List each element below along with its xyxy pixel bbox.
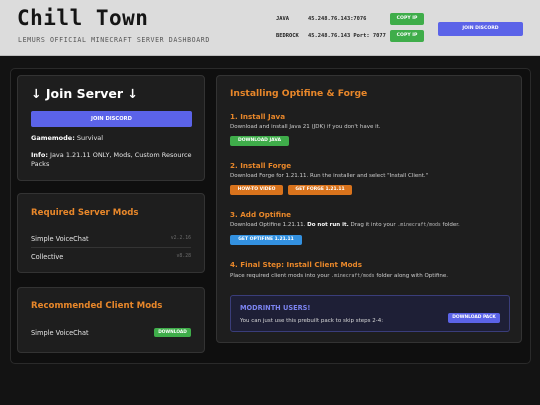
main-panel: ↓ Join Server ↓ JOIN DISCORD Gamemode: S… [10, 68, 531, 364]
step-description: Download Forge for 1.21.11. Run the inst… [230, 173, 429, 179]
step-desc-text: Drag it into your [350, 222, 396, 228]
join-discord-button[interactable]: JOIN DISCORD [31, 111, 192, 127]
how-to-video-button[interactable]: HOW-TO VIDEO [230, 185, 283, 195]
step-title: 4. Final Step: Install Client Mods [230, 260, 362, 269]
recommended-mods-card: Recommended Client Mods Simple VoiceChat… [17, 287, 205, 353]
step-desc-text: folder. [442, 222, 460, 228]
install-guide-card: Installing Optifine & Forge 1. Install J… [216, 75, 522, 343]
mod-name: Collective [31, 253, 64, 261]
step-desc-text: Download Optifine 1.21.11. [230, 222, 306, 228]
header: Chill Town LEMURS OFFICIAL MINECRAFT SER… [0, 0, 540, 56]
required-mods-title: Required Server Mods [31, 208, 139, 218]
required-mods-card: Required Server Mods Simple VoiceChat v2… [17, 193, 205, 273]
copy-java-ip-button[interactable]: COPY IP [390, 13, 424, 25]
get-forge-button[interactable]: GET FORGE 1.21.11 [288, 185, 352, 195]
mods-folder-path: .minecraft/mods [331, 274, 375, 279]
download-pack-button[interactable]: DOWNLOAD PACK [448, 313, 500, 323]
gamemode-line: Gamemode: Survival [31, 134, 196, 143]
mod-name: Simple VoiceChat [31, 329, 89, 337]
get-optifine-button[interactable]: GET OPTIFINE 1.21.11 [230, 235, 302, 245]
join-server-card: ↓ Join Server ↓ JOIN DISCORD Gamemode: S… [17, 75, 205, 181]
gamemode-label: Gamemode: [31, 134, 75, 142]
mod-version: v8.28 [176, 254, 191, 259]
mods-folder-path: .minecraft/mods [397, 223, 441, 228]
step-desc-text: Place required client mods into your [230, 273, 330, 279]
header-discord-button[interactable]: JOIN DISCORD [438, 22, 523, 36]
mod-version: v2.2.16 [170, 236, 191, 241]
download-mod-button[interactable]: DOWNLOAD [154, 328, 191, 337]
modrinth-callout: MODRINTH USERS! You can just use this pr… [230, 295, 510, 332]
gamemode-value: Survival [76, 134, 104, 142]
info-value: Java 1.21.11 ONLY, Mods, Custom Resource… [31, 151, 192, 168]
join-heading: ↓ Join Server ↓ [31, 86, 138, 101]
modrinth-title: MODRINTH USERS! [240, 304, 311, 312]
download-java-button[interactable]: DOWNLOAD JAVA [230, 136, 289, 146]
step-desc-text: folder along with Optifine. [376, 273, 449, 279]
step-description: Download Optifine 1.21.11. Do not run it… [230, 222, 460, 228]
step-title: 1. Install Java [230, 112, 286, 121]
copy-bedrock-ip-button[interactable]: COPY IP [390, 30, 424, 42]
mod-name: Simple VoiceChat [31, 235, 89, 243]
bedrock-label: BEDROCK [276, 33, 299, 39]
java-ip: 45.248.76.143:7076 [308, 16, 367, 22]
java-label: JAVA [276, 16, 289, 22]
install-guide-title: Installing Optifine & Forge [230, 88, 368, 99]
step-title: 3. Add Optifine [230, 210, 292, 219]
step-desc-warning: Do not run it. [307, 222, 349, 228]
step-title: 2. Install Forge [230, 161, 292, 170]
info-line: Info: Java 1.21.11 ONLY, Mods, Custom Re… [31, 151, 196, 169]
info-label: Info: [31, 151, 48, 159]
step-description: Download and install Java 21 (JDK) if yo… [230, 124, 381, 130]
page-subtitle: LEMURS OFFICIAL MINECRAFT SERVER DASHBOA… [18, 36, 210, 44]
recommended-mods-title: Recommended Client Mods [31, 301, 163, 311]
step-description: Place required client mods into your .mi… [230, 273, 448, 279]
bedrock-ip: 45.248.76.143 Port: 7077 [308, 33, 386, 39]
page-title: Chill Town [17, 6, 149, 30]
divider [31, 247, 191, 248]
modrinth-text: You can just use this prebuilt pack to s… [240, 318, 384, 324]
